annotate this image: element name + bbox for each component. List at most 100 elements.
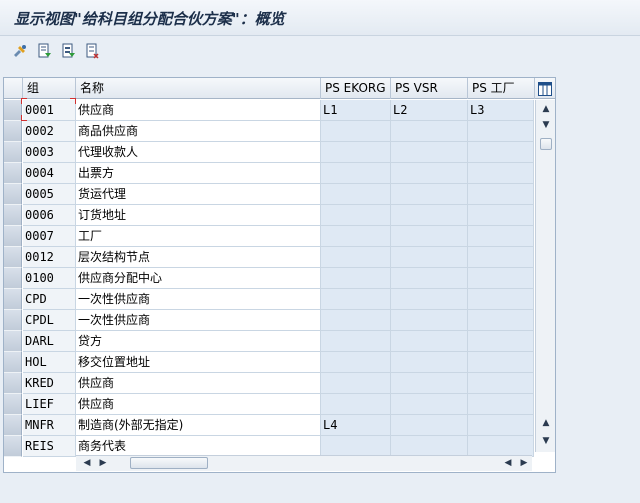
cell-ps-vsr[interactable] [391,121,468,142]
row-selector[interactable] [4,205,22,226]
row-selector[interactable] [4,247,22,268]
row-selector[interactable] [4,415,22,436]
cell-ps-ekorg[interactable]: L1 [321,100,391,121]
table-row[interactable]: HOL 移交位置地址 [4,352,534,373]
table-row[interactable]: 0001 供应商 L1 L2 L3 [4,100,534,121]
row-selector[interactable] [4,331,22,352]
cell-ps-ekorg[interactable] [321,247,391,268]
table-row[interactable]: 0100 供应商分配中心 [4,268,534,289]
column-header-ps-ekorg[interactable]: PS EKORG [321,78,391,99]
details-icon[interactable] [34,41,54,61]
cell-ps-vsr[interactable] [391,247,468,268]
cell-ps-plant[interactable] [468,394,534,415]
horizontal-scrollbar[interactable]: ◀ ▶ ◀ ▶ [76,455,532,471]
row-selector[interactable] [4,394,22,415]
cell-ps-vsr[interactable] [391,394,468,415]
table-row[interactable]: KRED 供应商 [4,373,534,394]
row-selector[interactable] [4,352,22,373]
scroll-page-down-icon[interactable]: ▼ [539,434,553,448]
row-selector[interactable] [4,100,22,121]
scroll-left-icon[interactable]: ◀ [80,456,94,470]
cell-ps-ekorg[interactable] [321,394,391,415]
row-selector[interactable] [4,310,22,331]
cell-ps-plant[interactable] [468,436,534,457]
cell-ps-ekorg[interactable] [321,436,391,457]
table-row[interactable]: 0005 货运代理 [4,184,534,205]
horizontal-scroll-thumb[interactable] [130,457,208,469]
cell-ps-ekorg[interactable] [321,268,391,289]
cell-ps-ekorg[interactable] [321,352,391,373]
scroll-up-icon[interactable]: ▲ [539,102,553,116]
cell-ps-ekorg[interactable] [321,310,391,331]
scroll-page-right-icon[interactable]: ▶ [517,456,531,470]
cell-ps-vsr[interactable] [391,142,468,163]
cell-ps-vsr[interactable] [391,268,468,289]
column-header-group[interactable]: 组 [23,78,76,99]
table-row[interactable]: 0006 订货地址 [4,205,534,226]
cell-ps-vsr[interactable] [391,310,468,331]
cell-ps-ekorg[interactable] [321,373,391,394]
scroll-down-icon[interactable]: ▼ [539,118,553,132]
column-header-name[interactable]: 名称 [76,78,321,99]
row-selector[interactable] [4,121,22,142]
cell-ps-ekorg[interactable] [321,163,391,184]
scroll-right-icon[interactable]: ▶ [96,456,110,470]
cell-ps-ekorg[interactable]: L4 [321,415,391,436]
cell-ps-ekorg[interactable] [321,142,391,163]
display-change-icon[interactable] [10,41,30,61]
select-all-icon[interactable] [58,41,78,61]
cell-ps-ekorg[interactable] [321,289,391,310]
cell-ps-plant[interactable] [468,310,534,331]
cell-ps-plant[interactable] [468,142,534,163]
table-row[interactable]: 0007 工厂 [4,226,534,247]
row-selector[interactable] [4,268,22,289]
row-selector[interactable] [4,436,22,457]
column-header-ps-plant[interactable]: PS 工厂 [468,78,535,99]
table-row[interactable]: REIS 商务代表 [4,436,534,457]
cell-ps-plant[interactable] [468,163,534,184]
row-selector[interactable] [4,373,22,394]
scroll-page-left-icon[interactable]: ◀ [501,456,515,470]
cell-ps-plant[interactable] [468,415,534,436]
cell-ps-plant[interactable] [468,184,534,205]
cell-ps-vsr[interactable] [391,184,468,205]
deselect-all-icon[interactable] [82,41,102,61]
cell-ps-plant[interactable] [468,352,534,373]
table-row[interactable]: 0002 商品供应商 [4,121,534,142]
cell-ps-plant[interactable] [468,226,534,247]
cell-ps-ekorg[interactable] [321,226,391,247]
table-row[interactable]: 0012 层次结构节点 [4,247,534,268]
column-header-ps-vsr[interactable]: PS VSR [391,78,468,99]
table-row[interactable]: 0003 代理收款人 [4,142,534,163]
row-selector[interactable] [4,184,22,205]
cell-ps-plant[interactable]: L3 [468,100,534,121]
row-selector[interactable] [4,289,22,310]
cell-ps-ekorg[interactable] [321,184,391,205]
cell-ps-vsr[interactable] [391,415,468,436]
vertical-scroll-thumb[interactable] [540,138,552,150]
cell-ps-plant[interactable] [468,121,534,142]
cell-ps-vsr[interactable] [391,436,468,457]
cell-ps-plant[interactable] [468,289,534,310]
cell-ps-vsr[interactable] [391,226,468,247]
cell-ps-plant[interactable] [468,268,534,289]
cell-ps-vsr[interactable]: L2 [391,100,468,121]
table-row[interactable]: 0004 出票方 [4,163,534,184]
cell-ps-ekorg[interactable] [321,121,391,142]
table-row[interactable]: LIEF 供应商 [4,394,534,415]
header-select-all[interactable] [4,78,23,99]
column-settings-icon[interactable] [535,78,555,99]
cell-ps-plant[interactable] [468,205,534,226]
table-row[interactable]: CPDL 一次性供应商 [4,310,534,331]
cell-ps-vsr[interactable] [391,205,468,226]
row-selector[interactable] [4,163,22,184]
table-row[interactable]: DARL 贷方 [4,331,534,352]
cell-ps-plant[interactable] [468,247,534,268]
row-selector[interactable] [4,226,22,247]
cell-ps-plant[interactable] [468,373,534,394]
cell-ps-plant[interactable] [468,331,534,352]
cell-ps-vsr[interactable] [391,373,468,394]
cell-ps-ekorg[interactable] [321,331,391,352]
row-selector[interactable] [4,142,22,163]
scroll-page-up-icon[interactable]: ▲ [539,416,553,430]
